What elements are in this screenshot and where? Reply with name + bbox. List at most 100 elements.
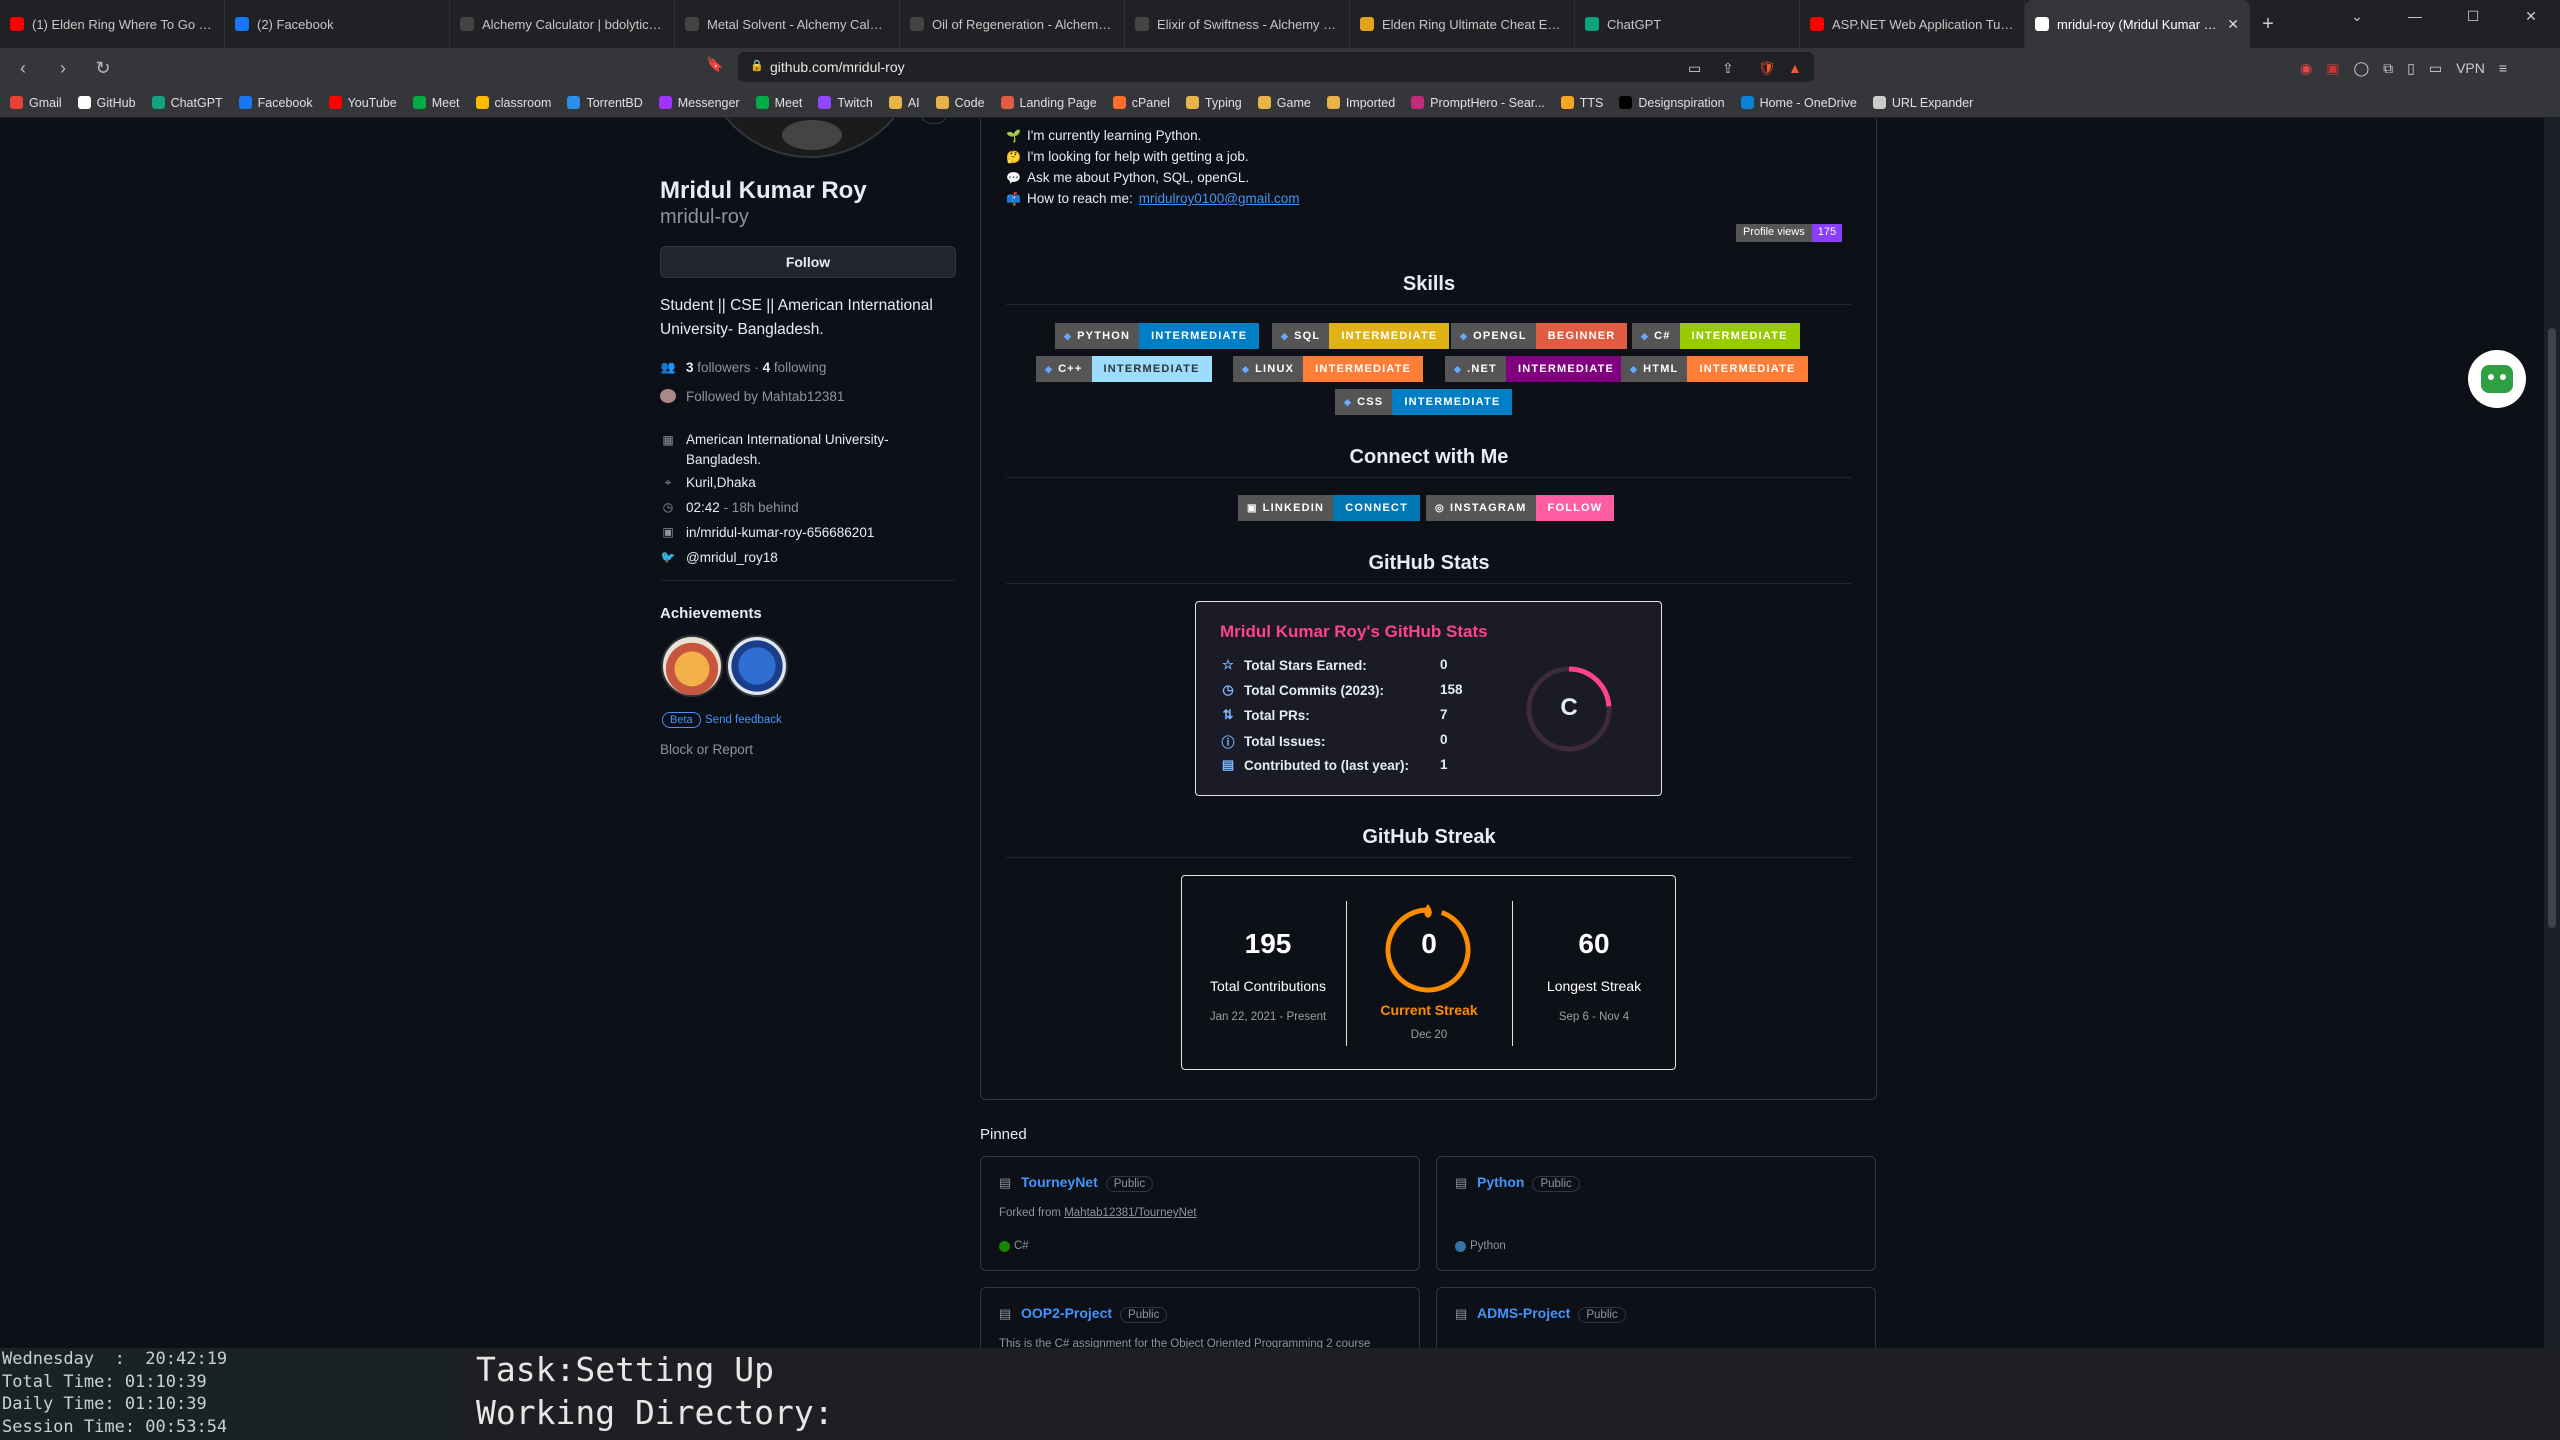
menu-icon[interactable]: ≡: [2499, 60, 2507, 76]
new-tab-button[interactable]: +: [2250, 0, 2286, 48]
send-feedback-link[interactable]: Send feedback: [705, 714, 782, 726]
repo-name[interactable]: ADMS-Project: [1477, 1305, 1570, 1321]
profile-location: Kuril,Dhaka: [686, 475, 756, 490]
readme-line-text: I'm currently learning Python.: [1026, 128, 1202, 143]
browser-tab[interactable]: (1) Elden Ring Where To Go First |: [0, 0, 225, 48]
browser-tab[interactable]: ChatGPT: [1575, 0, 1800, 48]
repo-name[interactable]: TourneyNet: [1021, 1174, 1098, 1190]
pinned-repo-card[interactable]: ▤ ADMS-Project Public: [1436, 1287, 1876, 1348]
forward-button[interactable]: ›: [46, 51, 80, 85]
scrollbar-thumb[interactable]: [2548, 328, 2556, 928]
install-icon[interactable]: ▭: [1688, 60, 1701, 77]
browser-tab[interactable]: Oil of Regeneration - Alchemy Calc: [900, 0, 1125, 48]
browser-tab[interactable]: (2) Facebook: [225, 0, 450, 48]
pinned-repo-card[interactable]: ▤ Python Public Python: [1436, 1156, 1876, 1271]
brave-rewards-icon[interactable]: ▲: [1788, 60, 1802, 76]
bookmark-item[interactable]: AI: [888, 96, 920, 110]
social-name: ◎ INSTAGRAM: [1426, 495, 1536, 521]
brave-shield-icon[interactable]: 🛡: [1758, 60, 1776, 77]
followers-count[interactable]: 3: [686, 360, 694, 375]
repo-name[interactable]: OOP2-Project: [1021, 1305, 1112, 1321]
pinned-repo-card[interactable]: ▤ OOP2-Project Public This is the C# assi…: [980, 1287, 1420, 1348]
tab-favicon-icon: [910, 17, 924, 31]
extensions-puzzle-icon[interactable]: ⧉: [2383, 60, 2393, 77]
bookmark-icon: [1560, 96, 1574, 109]
bookmark-item[interactable]: cPanel: [1112, 96, 1170, 110]
browser-tab[interactable]: Elden Ring Ultimate Cheat Engine: [1350, 0, 1575, 48]
sidebar-icon[interactable]: ▯: [2407, 60, 2415, 77]
readme-emoji-icon: 💬: [1006, 170, 1021, 185]
followers-link[interactable]: followers: [697, 360, 750, 375]
vpn-button[interactable]: VPN: [2456, 60, 2485, 76]
repo-name[interactable]: Python: [1477, 1174, 1524, 1190]
social-badge[interactable]: ▣ LINKEDIN CONNECT: [1238, 495, 1420, 521]
bookmark-item[interactable]: Imported: [1326, 96, 1395, 110]
bookmark-item[interactable]: Meet: [412, 96, 460, 110]
twitter-link[interactable]: @mridul_roy18: [686, 550, 778, 565]
achievement-yolo-icon[interactable]: [726, 635, 788, 697]
social-badge[interactable]: ◎ INSTAGRAM FOLLOW: [1426, 495, 1615, 521]
minimize-button[interactable]: —: [2386, 0, 2444, 32]
browser-tab[interactable]: Elixir of Swiftness - Alchemy Calcul: [1125, 0, 1350, 48]
bookmark-item[interactable]: Landing Page: [1000, 96, 1097, 110]
bookmark-item[interactable]: Code: [935, 96, 985, 110]
forked-from-link[interactable]: Mahtab12381/TourneyNet: [1064, 1207, 1196, 1219]
close-tab-icon[interactable]: ✕: [2227, 16, 2239, 33]
skill-badge: ◆ PYTHON INTERMEDIATE: [1055, 323, 1260, 349]
url-input[interactable]: 🔒 github.com/mridul-roy ▭ ⇪ 🛡 ▲: [738, 52, 1814, 82]
bookmark-page-icon[interactable]: 🔖: [706, 56, 723, 73]
skill-logo-icon: ◆: [1344, 396, 1353, 407]
maximize-button[interactable]: ☐: [2444, 0, 2502, 32]
assistant-bot-button[interactable]: [2468, 350, 2526, 408]
extension-icon-2[interactable]: ▣: [2326, 60, 2339, 77]
block-report-link[interactable]: Block or Report: [660, 742, 753, 757]
following-count[interactable]: 4: [763, 360, 771, 375]
bookmark-item[interactable]: Gmail: [10, 96, 62, 110]
share-icon[interactable]: ⇪: [1722, 60, 1734, 77]
browser-tab[interactable]: mridul-roy (Mridul Kumar Roy ✕: [2025, 0, 2250, 48]
skill-badge: ◆ .NET INTERMEDIATE: [1445, 356, 1627, 382]
following-link[interactable]: following: [774, 360, 827, 375]
chat-icon[interactable]: ◯: [2353, 60, 2369, 77]
close-window-button[interactable]: ✕: [2502, 0, 2560, 32]
bookmark-item[interactable]: Typing: [1185, 96, 1242, 110]
wallet-icon[interactable]: ▭: [2429, 60, 2442, 77]
bookmark-item[interactable]: Designspiration: [1619, 96, 1725, 110]
bookmark-item[interactable]: TorrentBD: [567, 96, 643, 110]
skill-badge: ◆ OPENGL BEGINNER: [1451, 323, 1628, 349]
bookmark-item[interactable]: Meet: [755, 96, 802, 110]
skill-level: INTERMEDIATE: [1329, 323, 1450, 349]
bookmark-item[interactable]: YouTube: [328, 96, 397, 110]
bookmark-label: classroom: [494, 95, 552, 110]
bookmark-item[interactable]: URL Expander: [1872, 96, 1973, 110]
bookmark-item[interactable]: Messenger: [658, 96, 740, 110]
achievement-quickdraw-icon[interactable]: [661, 635, 723, 697]
bookmark-item[interactable]: classroom: [475, 95, 552, 110]
email-link[interactable]: mridulroy0100@gmail.com: [1139, 191, 1300, 206]
browser-tab[interactable]: Metal Solvent - Alchemy Calculato: [675, 0, 900, 48]
bookmark-item[interactable]: GitHub: [77, 96, 136, 110]
followed-by-user[interactable]: Mahtab12381: [762, 389, 845, 404]
tab-title: (1) Elden Ring Where To Go First |: [32, 16, 214, 32]
bookmark-item[interactable]: TTS: [1560, 96, 1603, 110]
browser-tab[interactable]: Alchemy Calculator | bdolytics - Th: [450, 0, 675, 48]
bookmark-item[interactable]: Game: [1257, 96, 1311, 110]
scrollbar[interactable]: [2544, 118, 2560, 1348]
linkedin-link[interactable]: in/mridul-kumar-roy-656686201: [686, 525, 874, 540]
browser-tab[interactable]: ASP.NET Web Application Tutorial: [1800, 0, 2025, 48]
pinned-repo-card[interactable]: ▤ TourneyNet Public Forked from Mahtab123…: [980, 1156, 1420, 1271]
readme-line: 📫 How to reach me: mridulroy0100@gmail.com: [1006, 191, 1300, 206]
tab-search-icon[interactable]: ⌄: [2328, 0, 2386, 32]
bookmark-item[interactable]: PromptHero - Sear...: [1411, 96, 1545, 110]
back-button[interactable]: ‹: [6, 51, 40, 85]
bookmark-item[interactable]: Home - OneDrive: [1740, 96, 1857, 110]
extension-icon[interactable]: ◉: [2300, 60, 2312, 77]
follow-button[interactable]: Follow: [660, 246, 956, 278]
stat-label: Total Issues:: [1244, 734, 1326, 749]
bookmark-item[interactable]: ChatGPT: [151, 96, 223, 110]
bookmark-item[interactable]: Facebook: [238, 96, 313, 110]
bookmark-item[interactable]: Twitch: [818, 96, 873, 110]
bookmark-icon: [658, 96, 672, 109]
reload-button[interactable]: ↻: [86, 51, 120, 85]
stat-icon: ☆: [1222, 657, 1234, 672]
